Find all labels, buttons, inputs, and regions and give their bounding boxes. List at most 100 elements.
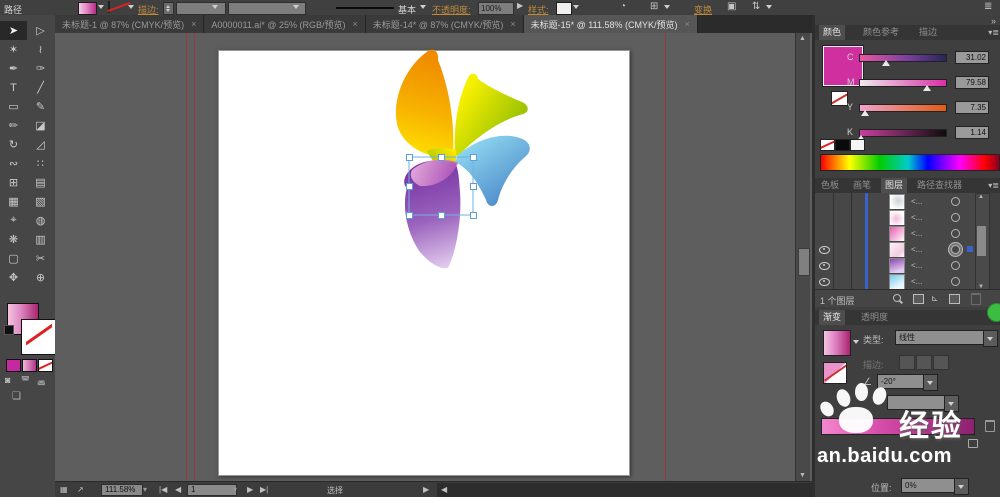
tab-gradient[interactable]: 渐变 [819, 310, 846, 325]
symbol-sprayer-tool[interactable]: ❋ [0, 230, 27, 249]
paintbrush-tool[interactable]: ✎ [27, 97, 54, 116]
stroke-weight-field[interactable] [176, 2, 226, 15]
draw-normal-icon[interactable]: ◙ [5, 375, 10, 385]
layer-name[interactable]: <... [911, 213, 922, 222]
slider-value-field[interactable]: 7.35 [955, 101, 989, 114]
control-panel-menu-icon[interactable]: ≣ [984, 1, 992, 12]
toolbar-collapse-icon[interactable]: « [4, 2, 8, 11]
locate-object-icon[interactable] [893, 294, 901, 302]
visibility-cell[interactable] [815, 241, 834, 257]
selection-handle[interactable] [406, 154, 413, 161]
selection-handle[interactable] [406, 212, 413, 219]
slice-tool[interactable]: ✂ [27, 249, 54, 268]
layer-name[interactable]: <... [911, 245, 922, 254]
artboard-nav-icon[interactable]: ▦ [60, 485, 68, 494]
eye-icon[interactable] [819, 246, 830, 254]
vertical-scrollbar[interactable]: ▲ ▼ [795, 33, 810, 481]
hscroll-left-icon[interactable]: ◀ [441, 485, 447, 494]
gradient-ramp[interactable] [821, 418, 975, 435]
blend-tool[interactable]: ◍ [27, 211, 54, 230]
pen-tool[interactable]: ✒ [0, 59, 27, 78]
perspective-grid-tool[interactable]: ▤ [27, 173, 54, 192]
lock-cell[interactable] [833, 241, 852, 257]
color-spectrum-bar[interactable] [820, 154, 1000, 171]
prev-artboard-icon[interactable]: ◀ [175, 485, 181, 494]
lasso-tool[interactable]: ≀ [27, 40, 54, 59]
fill-color-swatch[interactable] [78, 2, 97, 15]
selection-handle[interactable] [438, 154, 445, 161]
curvature-tool[interactable]: ✑ [27, 59, 54, 78]
next-artboard-icon[interactable]: ▶ [247, 485, 253, 494]
width-tool[interactable]: ∾ [0, 154, 27, 173]
slider-thumb[interactable] [861, 110, 870, 116]
slider-value-field[interactable]: 79.58 [955, 76, 989, 89]
gradient-position-dropdown-icon[interactable] [954, 478, 969, 495]
layer-thumbnail[interactable] [889, 226, 905, 242]
column-graph-tool[interactable]: ▥ [27, 230, 54, 249]
mesh-tool[interactable]: ▦ [0, 192, 27, 211]
gradient-tool[interactable]: ▧ [27, 192, 54, 211]
layer-row[interactable]: <... [815, 273, 989, 290]
pinwheel-artwork[interactable] [55, 33, 812, 481]
tab-close-icon[interactable]: × [510, 19, 515, 29]
color-panel-stroke-proxy[interactable] [831, 91, 848, 106]
layer-name[interactable]: <... [911, 261, 922, 270]
align-dropdown-icon[interactable] [664, 5, 670, 9]
arrange-icon[interactable]: ⇅ [752, 1, 760, 12]
visibility-cell[interactable] [815, 273, 834, 289]
tab-layers[interactable]: 图层 [881, 178, 908, 193]
layers-panel-menu-icon[interactable]: ▾≣ [988, 181, 999, 190]
layers-scrollbar[interactable]: ▲ ▼ [975, 193, 990, 291]
stroke-weight-dropdown-icon[interactable] [212, 5, 218, 9]
layer-target-icon[interactable] [951, 277, 960, 286]
document-tab[interactable]: 未标题-14* @ 87% (CMYK/预览) × [365, 15, 524, 33]
stroke-gradient-within-button[interactable] [899, 355, 915, 370]
opacity-expand-icon[interactable]: ▶ [517, 1, 523, 10]
petal-orange[interactable] [395, 49, 454, 158]
type-tool[interactable]: T [0, 78, 27, 97]
layers-scroll-up-icon[interactable]: ▲ [978, 194, 984, 200]
layer-row[interactable]: <... [815, 241, 989, 258]
eraser-tool[interactable]: ◪ [27, 116, 54, 135]
opacity-field[interactable]: 100% [478, 2, 514, 15]
free-transform-tool[interactable]: ∷ [27, 154, 54, 173]
slider-track[interactable] [859, 129, 947, 137]
slider-track[interactable] [859, 104, 947, 112]
rotate-tool[interactable]: ↻ [0, 135, 27, 154]
visibility-cell[interactable] [815, 257, 834, 273]
layers-scrollbar-thumb[interactable] [977, 226, 986, 256]
direct-selection-tool[interactable]: ▷ [27, 21, 54, 40]
gradient-opacity-field[interactable] [887, 395, 951, 410]
lock-cell[interactable] [833, 257, 852, 273]
stroke-gradient-along-button[interactable] [916, 355, 932, 370]
lock-cell[interactable] [833, 225, 852, 241]
slider-thumb[interactable] [881, 60, 890, 66]
gradient-angle-dropdown-icon[interactable] [923, 374, 938, 391]
gradient-fill-swatch[interactable] [823, 330, 851, 356]
canvas[interactable]: ▲ ▼ [55, 33, 812, 481]
document-tab[interactable]: 未标题-1 @ 87% (CMYK/预览) × [55, 15, 205, 33]
layer-thumbnail[interactable] [889, 194, 905, 210]
visibility-cell[interactable] [815, 225, 834, 241]
scroll-up-icon[interactable]: ▲ [799, 35, 806, 42]
layer-target-icon[interactable] [951, 261, 960, 270]
stroke-color-swatch[interactable] [108, 1, 110, 13]
hand-tool[interactable]: ✥ [0, 268, 27, 287]
layer-name[interactable]: <... [911, 197, 922, 206]
none-mode-button[interactable] [38, 359, 53, 372]
recolor-artwork-icon[interactable]: ◔ [620, 1, 626, 12]
tab-swatches[interactable]: 色板 [817, 178, 843, 193]
selection-handle[interactable] [470, 154, 477, 161]
rectangle-tool[interactable]: ▭ [0, 97, 27, 116]
vertical-scrollbar-thumb[interactable] [798, 248, 810, 276]
new-layer-icon[interactable] [949, 294, 960, 304]
selection-handle[interactable] [406, 183, 413, 190]
arrange-dropdown-icon[interactable] [766, 5, 772, 9]
style-dropdown-icon[interactable] [573, 5, 579, 9]
tab-close-icon[interactable]: × [685, 19, 690, 29]
lock-cell[interactable] [833, 273, 852, 289]
layer-name[interactable]: <... [911, 277, 922, 286]
tab-stroke-panel[interactable]: 描边 [915, 25, 941, 40]
layer-target-icon[interactable] [951, 245, 960, 254]
layer-target-icon[interactable] [951, 197, 960, 206]
